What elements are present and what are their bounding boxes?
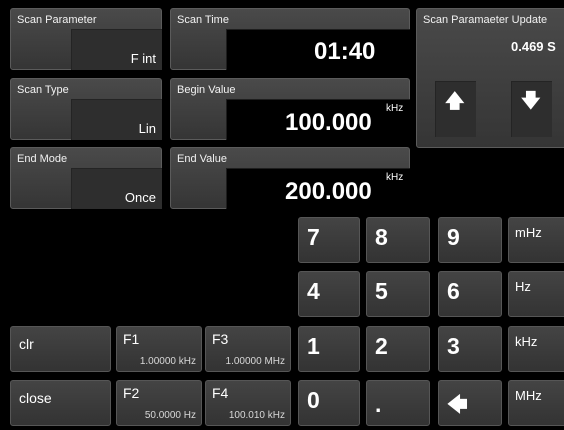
key-0-label: 0 <box>307 387 320 413</box>
key-3-label: 3 <box>447 333 460 359</box>
end-mode-label: End Mode <box>17 153 68 165</box>
begin-value-field[interactable]: 100.000 kHz <box>226 99 410 140</box>
key-9-label: 9 <box>447 224 460 250</box>
arrow-up-icon: 🡅 <box>445 91 465 112</box>
scan-parameter-value: F int <box>130 51 156 66</box>
key-decimal-point-label: . <box>375 391 382 417</box>
unit-hertz-button[interactable]: Hz <box>508 271 564 317</box>
f4-label: F4 <box>212 385 229 401</box>
unit-millihertz-button[interactable]: mHz <box>508 217 564 263</box>
key-9[interactable]: 9 <box>438 217 502 263</box>
arrow-left-icon: 🡄 <box>447 394 468 416</box>
scan-update-label: Scan Paramaeter Update <box>423 14 548 26</box>
key-4[interactable]: 4 <box>298 271 360 317</box>
end-mode-value-box: Once <box>71 168 162 209</box>
key-0[interactable]: 0 <box>298 380 360 426</box>
key-6[interactable]: 6 <box>438 271 502 317</box>
end-value-value: 200.000 <box>285 178 372 205</box>
f3-label: F3 <box>212 331 229 347</box>
unit-kilohertz-label: kHz <box>515 334 538 349</box>
key-5-label: 5 <box>375 278 388 304</box>
end-value-unit: kHz <box>386 172 404 183</box>
scan-parameter-value-box: F int <box>71 29 162 70</box>
scan-time-panel[interactable]: Scan Time 01:40 <box>170 8 410 70</box>
clear-button[interactable]: clr <box>10 326 111 372</box>
end-value-panel[interactable]: End Value 200.000 kHz <box>170 147 410 209</box>
scan-type-panel[interactable]: Scan Type Lin <box>10 78 162 140</box>
unit-millihertz-label: mHz <box>515 225 542 240</box>
key-6-label: 6 <box>447 278 460 304</box>
f3-button[interactable]: F3 1.00000 MHz <box>205 326 291 372</box>
end-value-field[interactable]: 200.000 kHz <box>226 168 410 209</box>
begin-value-unit: kHz <box>386 103 404 114</box>
key-4-label: 4 <box>307 278 320 304</box>
key-7[interactable]: 7 <box>298 217 360 263</box>
close-label: close <box>19 390 52 406</box>
key-1[interactable]: 1 <box>298 326 360 372</box>
begin-value-value: 100.000 <box>285 109 372 136</box>
increment-button[interactable]: 🡅 <box>435 81 476 137</box>
f4-button[interactable]: F4 100.010 kHz <box>205 380 291 426</box>
f1-value: 1.00000 kHz <box>139 356 196 367</box>
f1-button[interactable]: F1 1.00000 kHz <box>116 326 202 372</box>
f2-button[interactable]: F2 50.0000 Hz <box>116 380 202 426</box>
end-value-label: End Value <box>177 153 227 165</box>
key-7-label: 7 <box>307 224 320 250</box>
f3-value: 1.00000 MHz <box>225 356 285 367</box>
begin-value-label: Begin Value <box>177 84 236 96</box>
end-mode-panel[interactable]: End Mode Once <box>10 147 162 209</box>
key-2-label: 2 <box>375 333 388 359</box>
f4-value: 100.010 kHz <box>228 410 285 421</box>
scan-time-label: Scan Time <box>177 14 229 26</box>
close-button[interactable]: close <box>10 380 111 426</box>
scan-parameter-panel[interactable]: Scan Parameter F int <box>10 8 162 70</box>
key-3[interactable]: 3 <box>438 326 502 372</box>
scan-parameter-label: Scan Parameter <box>17 14 97 26</box>
scan-type-label: Scan Type <box>17 84 69 96</box>
end-mode-value: Once <box>124 190 156 205</box>
key-8-label: 8 <box>375 224 388 250</box>
unit-megahertz-label: MHz <box>515 388 542 403</box>
clear-label: clr <box>19 336 34 352</box>
unit-megahertz-button[interactable]: MHz <box>508 380 564 426</box>
unit-hertz-label: Hz <box>515 279 531 294</box>
arrow-down-icon: 🡇 <box>521 91 541 112</box>
key-1-label: 1 <box>307 333 320 359</box>
f2-label: F2 <box>123 385 140 401</box>
backspace-button[interactable]: 🡄 <box>438 380 502 426</box>
scan-update-value: 0.469 S <box>511 39 556 54</box>
scan-time-value: 01:40 <box>314 38 376 65</box>
f1-label: F1 <box>123 331 140 347</box>
scan-type-value: Lin <box>138 121 156 136</box>
key-decimal-point[interactable]: . <box>366 380 430 426</box>
scan-type-value-box: Lin <box>71 99 162 140</box>
scan-update-panel: Scan Paramaeter Update 0.469 S 🡅 🡇 <box>416 8 564 148</box>
begin-value-panel[interactable]: Begin Value 100.000 kHz <box>170 78 410 140</box>
key-8[interactable]: 8 <box>366 217 430 263</box>
decrement-button[interactable]: 🡇 <box>511 81 552 137</box>
f2-value: 50.0000 Hz <box>144 410 196 421</box>
key-2[interactable]: 2 <box>366 326 430 372</box>
key-5[interactable]: 5 <box>366 271 430 317</box>
unit-kilohertz-button[interactable]: kHz <box>508 326 564 372</box>
scan-time-field[interactable]: 01:40 <box>226 29 410 70</box>
